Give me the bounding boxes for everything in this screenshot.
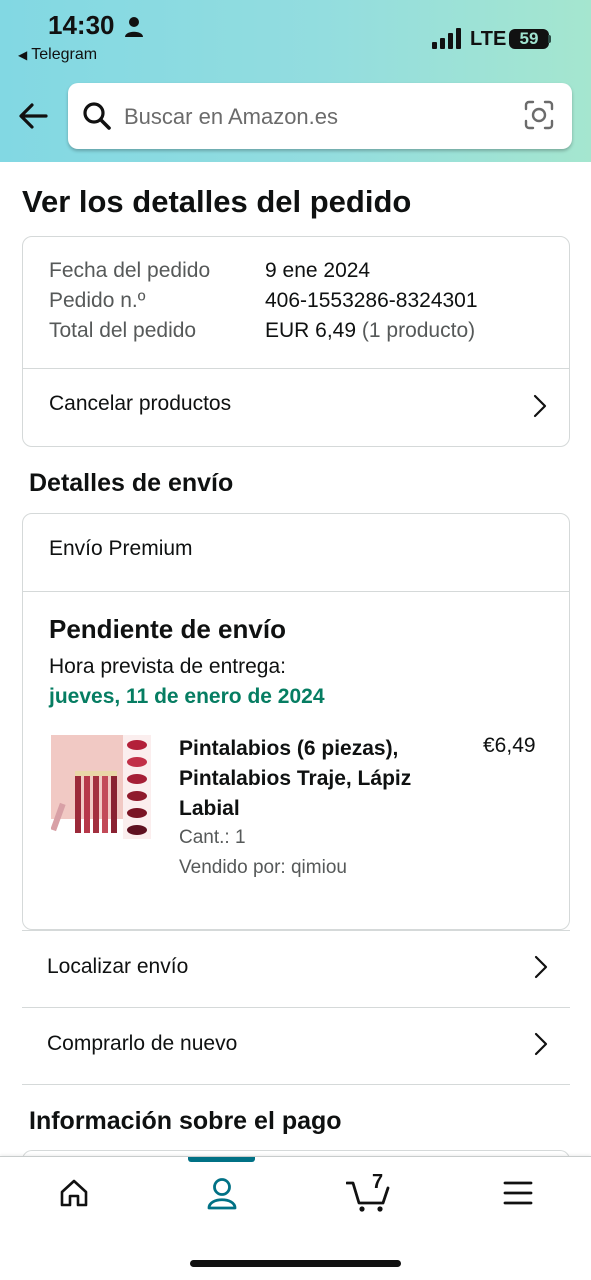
divider	[22, 1084, 570, 1085]
menu-icon	[503, 1181, 533, 1205]
network-type: LTE	[470, 28, 507, 50]
track-shipment-row[interactable]: Localizar envío	[22, 931, 570, 1009]
product-seller: Vendido por: qimiou	[179, 857, 347, 878]
shipping-card: Envío Premium Pendiente de envío Hora pr…	[22, 513, 570, 930]
status-time: 14:30	[48, 10, 115, 40]
search-input[interactable]	[124, 103, 514, 131]
track-shipment-label: Localizar envío	[47, 955, 189, 978]
order-total-label: Total del pedido	[49, 319, 197, 342]
product-name-link[interactable]: Pintalabios (6 piezas), Pintalabios Traj…	[179, 734, 439, 824]
back-app-label: Telegram	[31, 46, 98, 63]
chevron-right-icon	[533, 394, 547, 418]
eta-label: Hora prevista de entrega:	[49, 655, 286, 678]
order-date-value: 9 ene 2024	[265, 259, 371, 282]
tab-account[interactable]	[162, 1157, 282, 1237]
order-number-value: 406-1553286-8324301	[265, 289, 478, 312]
home-icon	[60, 1179, 88, 1207]
battery-icon: 59	[509, 29, 549, 49]
shipping-method: Envío Premium	[49, 537, 193, 560]
battery-cap	[548, 35, 551, 43]
tab-menu[interactable]	[458, 1157, 578, 1237]
home-indicator	[190, 1260, 401, 1267]
camera-scan-icon[interactable]	[524, 100, 554, 130]
back-to-app-link[interactable]: ◀ Telegram	[18, 46, 97, 64]
chevron-right-icon	[534, 955, 548, 979]
order-number-label: Pedido n.º	[49, 289, 146, 312]
person-icon	[207, 1178, 237, 1210]
tab-home[interactable]	[14, 1157, 134, 1237]
signal-icon	[432, 28, 461, 49]
product-quantity: Cant.: 1	[179, 827, 246, 848]
cart-icon	[346, 1181, 390, 1212]
order-date-label: Fecha del pedido	[49, 259, 211, 282]
buy-again-row[interactable]: Comprarlo de nuevo	[22, 1008, 570, 1086]
back-arrow-icon[interactable]	[16, 98, 52, 134]
order-total-value: EUR 6,49 (1 producto)	[265, 319, 475, 343]
order-summary-card: Fecha del pedido 9 ene 2024 Pedido n.º 4…	[22, 236, 570, 447]
cancel-products-row[interactable]: Cancelar productos	[23, 369, 569, 447]
product-thumbnail[interactable]	[51, 735, 151, 839]
search-bar[interactable]	[68, 83, 572, 149]
cart-count-badge: 7	[372, 1171, 384, 1193]
buy-again-label: Comprarlo de nuevo	[47, 1032, 238, 1055]
search-icon	[83, 102, 111, 130]
chevron-right-icon	[534, 1032, 548, 1056]
shipment-status: Pendiente de envío	[49, 614, 286, 644]
order-item-count: (1 producto)	[361, 319, 476, 342]
person-icon	[125, 17, 143, 37]
payment-section-title: Información sobre el pago	[29, 1107, 342, 1135]
order-total-amount: EUR 6,49	[265, 319, 357, 342]
cancel-products-label: Cancelar productos	[49, 392, 232, 415]
app-header: 14:30 ◀ Telegram LTE 59	[0, 0, 591, 162]
shipping-section-title: Detalles de envío	[29, 469, 234, 497]
back-triangle-icon: ◀	[18, 48, 28, 62]
divider	[23, 591, 569, 592]
product-price: €6,49	[483, 734, 536, 757]
page-title: Ver los detalles del pedido	[22, 184, 412, 219]
eta-date: jueves, 11 de enero de 2024	[49, 685, 325, 708]
tab-cart[interactable]: 7	[310, 1157, 430, 1237]
